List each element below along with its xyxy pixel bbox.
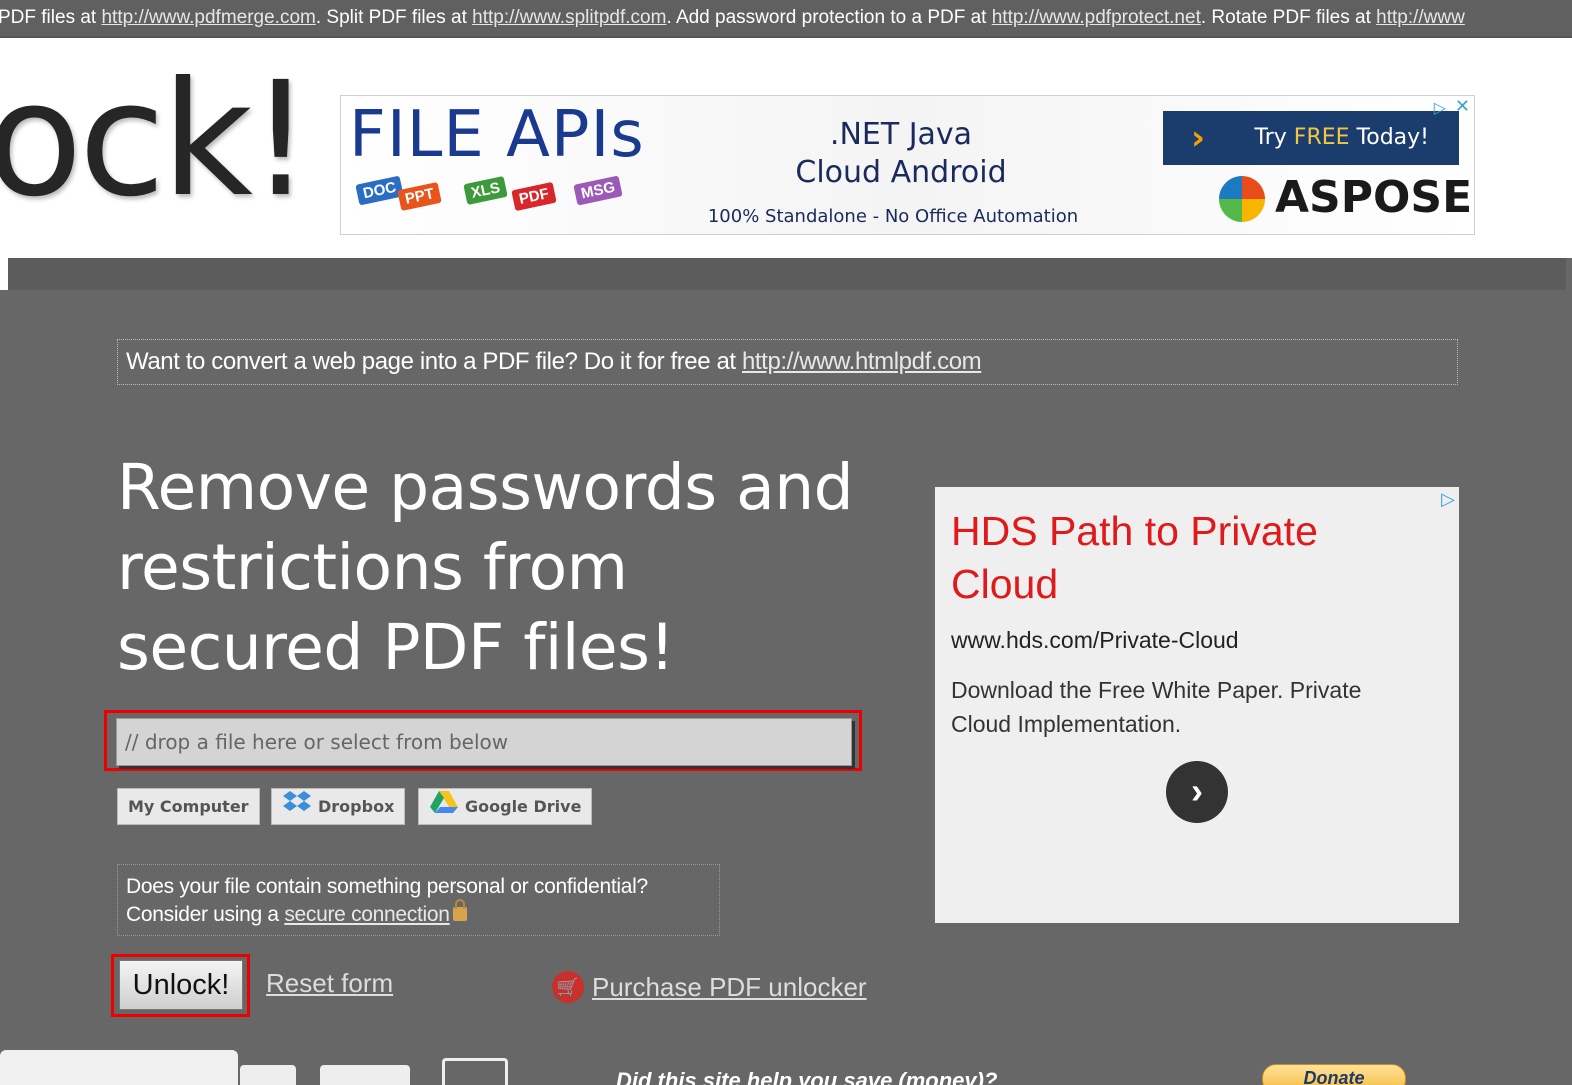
ad-description: Download the Free White Paper. Private C…: [951, 677, 1362, 737]
site-logo[interactable]: ock!: [0, 50, 312, 230]
ad-tag: DOC: [355, 175, 405, 206]
unlock-button[interactable]: Unlock!: [119, 960, 243, 1010]
ad-title: FILE APIs: [349, 98, 645, 172]
ad-tag: XLS: [463, 175, 508, 206]
chevron-right-icon[interactable]: ›: [1166, 761, 1228, 823]
share-button[interactable]: [240, 1065, 296, 1085]
notice-line-2: Consider using a secure connection: [126, 899, 719, 929]
ad-tag: MSG: [573, 175, 623, 206]
top-links-bar: PDF files at http://www.pdfmerge.com. Sp…: [0, 0, 1572, 38]
rotate-link[interactable]: http://www: [1376, 7, 1465, 28]
ad-url[interactable]: www.hds.com/Private-Cloud: [951, 627, 1239, 654]
topbar-text: . Add password protection to a PDF at: [666, 7, 992, 28]
source-label: My Computer: [128, 797, 249, 816]
close-icon[interactable]: ✕: [1455, 96, 1470, 117]
lock-icon: [452, 899, 467, 921]
ad-file-tags: DOC PPT XLS PDF MSG: [353, 175, 633, 234]
ad-headline[interactable]: HDS Path to Private Cloud: [951, 505, 1411, 611]
notice-line: Does your file contain something persona…: [126, 875, 648, 898]
google-drive-button[interactable]: Google Drive: [418, 788, 593, 826]
top-ad-banner[interactable]: FILE APIs DOC PPT XLS PDF MSG .NET Java …: [340, 95, 1475, 235]
share-button[interactable]: [320, 1065, 410, 1085]
htmlpdf-promo: Want to convert a web page into a PDF fi…: [117, 339, 1458, 385]
aspose-logo-icon: [1219, 176, 1265, 222]
dropbox-icon: [282, 790, 312, 826]
ad-cta-post: Today!: [1349, 125, 1429, 150]
donate-button[interactable]: Donate: [1262, 1064, 1406, 1085]
bag-icon[interactable]: [442, 1058, 508, 1085]
topbar-text: . Rotate PDF files at: [1200, 7, 1377, 28]
source-label: Dropbox: [318, 797, 395, 816]
ad-standalone: 100% Standalone - No Office Automation: [707, 206, 1079, 227]
purchase-link[interactable]: 🛒 Purchase PDF unlocker: [552, 971, 867, 1005]
donation-prompt: Did this site help you save (money)?: [616, 1068, 998, 1085]
ad-lang-line: .NET Java: [829, 117, 973, 152]
side-ad[interactable]: ▷ HDS Path to Private Cloud www.hds.com/…: [935, 487, 1459, 923]
secure-connection-link[interactable]: secure connection: [284, 903, 450, 926]
ad-cta-pre: Try: [1254, 125, 1294, 150]
file-drop-zone[interactable]: // drop a file here or select from below: [116, 718, 852, 766]
htmlpdf-link[interactable]: http://www.htmlpdf.com: [742, 348, 982, 375]
pdfmerge-link[interactable]: http://www.pdfmerge.com: [101, 7, 315, 28]
page-title: Remove passwords and restrictions from s…: [117, 451, 854, 684]
my-computer-button[interactable]: My Computer: [117, 788, 260, 825]
adchoices-icon[interactable]: ▷: [1434, 98, 1446, 118]
cart-icon: 🛒: [552, 971, 584, 1004]
chevron-right-icon: ›: [1191, 118, 1206, 158]
topbar-text: . Split PDF files at: [315, 7, 473, 28]
ad-tag: PPT: [397, 181, 442, 212]
promo-text: Want to convert a web page into a PDF fi…: [126, 348, 742, 375]
google-drive-icon: [429, 790, 459, 826]
source-label: Google Drive: [465, 797, 582, 816]
notice-text: Consider using a: [126, 903, 285, 926]
dropbox-button[interactable]: Dropbox: [271, 788, 406, 826]
topbar-text: PDF files at: [0, 7, 102, 28]
ad-cta-free: FREE: [1293, 125, 1350, 150]
reset-form-link[interactable]: Reset form: [266, 968, 393, 999]
bottom-tab: [0, 1050, 238, 1085]
pdfprotect-link[interactable]: http://www.pdfprotect.net: [992, 7, 1201, 28]
divider: [0, 258, 8, 290]
ad-brand: ASPOSE: [1275, 172, 1473, 223]
splitpdf-link[interactable]: http://www.splitpdf.com: [472, 7, 666, 28]
header-strip: [8, 258, 1566, 290]
adchoices-icon[interactable]: ▷: [1441, 489, 1455, 510]
ad-languages: .NET Java Cloud Android: [751, 116, 1051, 192]
ad-lang-line: Cloud Android: [795, 155, 1007, 190]
ad-tag: PDF: [511, 181, 557, 212]
ad-cta-button[interactable]: › Try FREE Today!: [1163, 111, 1459, 165]
purchase-label: Purchase PDF unlocker: [592, 972, 867, 1002]
secure-notice: Does your file contain something persona…: [117, 864, 720, 936]
